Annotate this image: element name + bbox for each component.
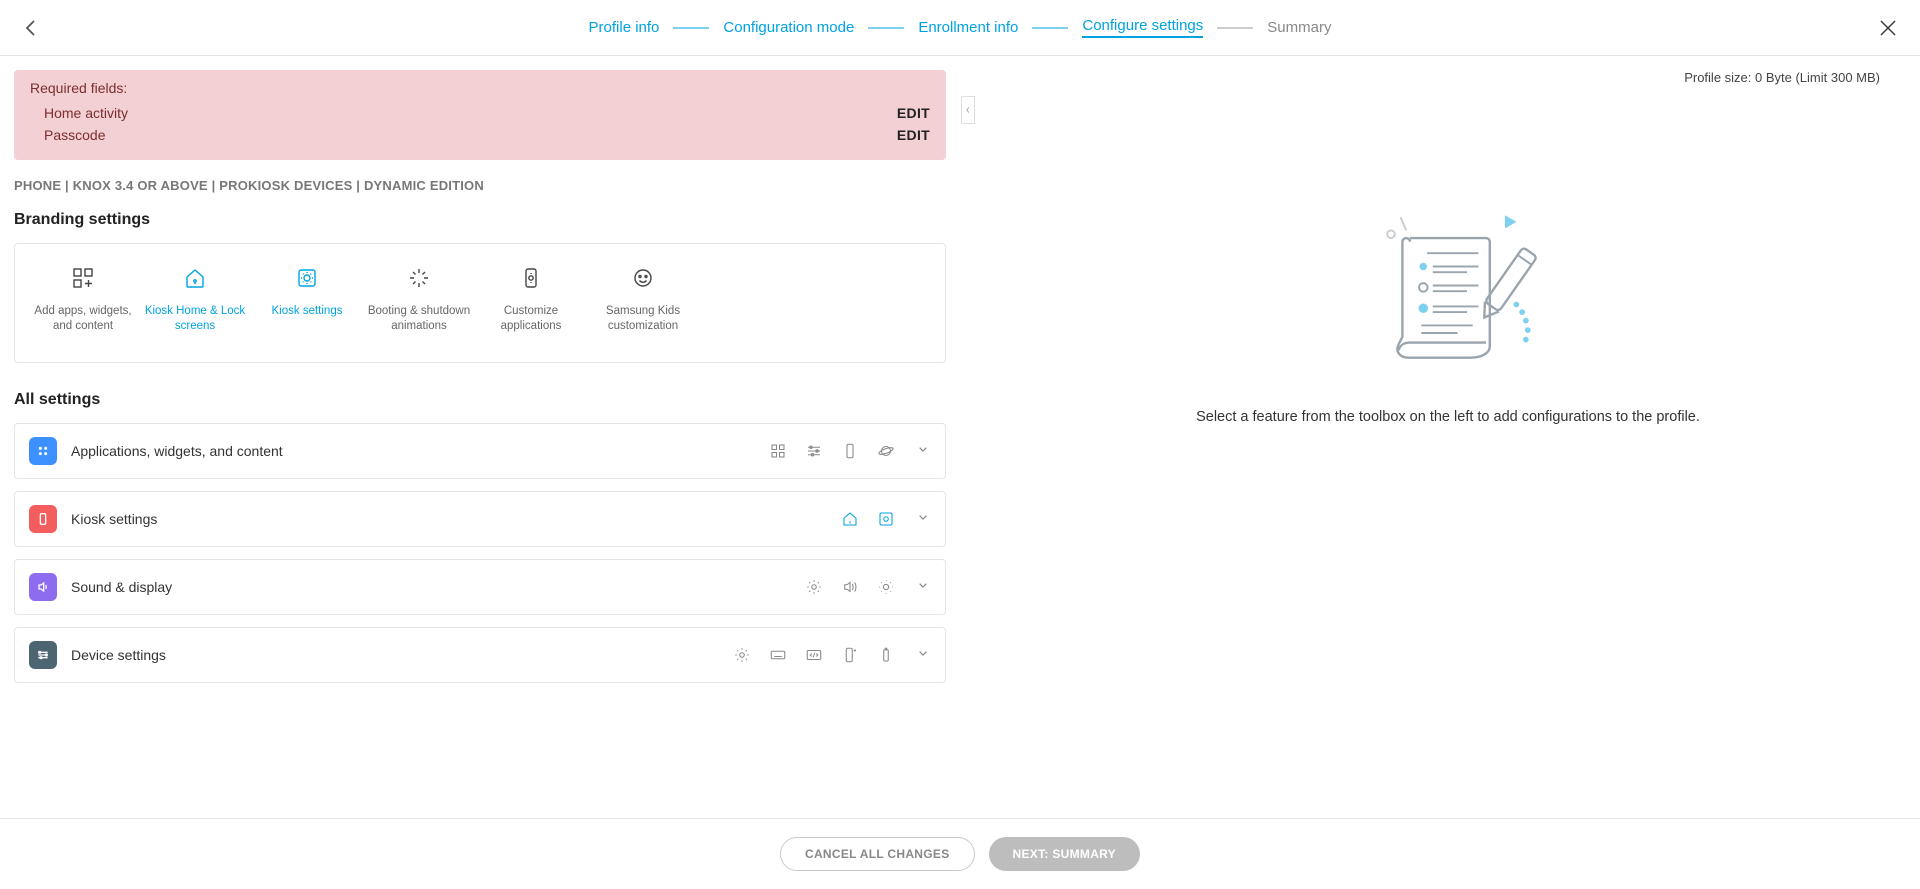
branding-boot-shutdown[interactable]: Booting & shutdown animations: [365, 264, 473, 334]
chevron-down-icon: [915, 509, 931, 530]
volume-icon[interactable]: [841, 578, 859, 596]
edit-home-activity-link[interactable]: EDIT: [897, 102, 930, 124]
settings-row-subicons: [805, 578, 895, 596]
branding-settings-grid: Add apps, widgets, and content Kiosk Hom…: [14, 243, 946, 363]
right-pane: Profile size: 0 Byte (Limit 300 MB): [976, 56, 1920, 818]
step-connector: [673, 27, 709, 29]
brightness-icon[interactable]: [877, 578, 895, 596]
phone-icon[interactable]: [841, 442, 859, 460]
branding-add-apps[interactable]: Add apps, widgets, and content: [29, 264, 137, 334]
chevron-down-icon: [915, 577, 931, 598]
home-icon[interactable]: [841, 510, 859, 528]
apps-badge-icon: [29, 437, 57, 465]
branding-item-label: Customize applications: [477, 304, 585, 334]
apps-grid-icon: [69, 264, 97, 292]
wizard-header: Profile info Configuration mode Enrollme…: [0, 0, 1920, 56]
settings-row-subicons: [841, 510, 895, 528]
close-button[interactable]: [1876, 16, 1900, 40]
context-subheader: PHONE | KNOX 3.4 OR ABOVE | PROKIOSK DEV…: [14, 178, 946, 193]
step-configuration-mode[interactable]: Configuration mode: [723, 19, 854, 36]
collapse-handle[interactable]: [961, 96, 975, 124]
kids-face-icon: [629, 264, 657, 292]
branding-item-label: Kiosk Home & Lock screens: [141, 304, 249, 334]
phone-plus-icon[interactable]: [841, 646, 859, 664]
settings-row-subicons: [733, 646, 895, 664]
keyboard-icon[interactable]: [769, 646, 787, 664]
step-profile-info[interactable]: Profile info: [589, 19, 660, 36]
settings-row-label: Sound & display: [71, 579, 791, 595]
settings-row-apps-widgets[interactable]: Applications, widgets, and content: [14, 423, 946, 479]
settings-row-label: Applications, widgets, and content: [71, 443, 755, 459]
settings-row-device[interactable]: Device settings: [14, 627, 946, 683]
empty-state-message: Select a feature from the toolbox on the…: [1196, 409, 1700, 425]
kiosk-settings-icon: [293, 264, 321, 292]
gear-icon[interactable]: [733, 646, 751, 664]
grid-icon[interactable]: [769, 442, 787, 460]
profile-size-label: Profile size: 0 Byte (Limit 300 MB): [1684, 70, 1880, 85]
customize-phone-icon: [517, 264, 545, 292]
required-fields-title: Required fields:: [30, 80, 930, 96]
branding-item-label: Booting & shutdown animations: [365, 304, 473, 334]
edit-passcode-link[interactable]: EDIT: [897, 124, 930, 146]
device-badge-icon: [29, 641, 57, 669]
back-button[interactable]: [20, 16, 44, 40]
step-connector: [1032, 27, 1068, 29]
branding-item-label: Samsung Kids customization: [589, 304, 697, 334]
step-connector: [1217, 27, 1253, 29]
sparkle-icon: [405, 264, 433, 292]
left-pane: Required fields: Home activity EDIT Pass…: [0, 56, 960, 818]
main-split: Required fields: Home activity EDIT Pass…: [0, 56, 1920, 819]
settings-row-kiosk[interactable]: Kiosk settings: [14, 491, 946, 547]
settings-row-sound-display[interactable]: Sound & display: [14, 559, 946, 615]
wizard-footer: CANCEL ALL CHANGES NEXT: SUMMARY: [0, 819, 1920, 889]
chevron-down-icon: [915, 645, 931, 666]
code-icon[interactable]: [805, 646, 823, 664]
step-configure-settings[interactable]: Configure settings: [1082, 17, 1203, 38]
branding-settings-title: Branding settings: [14, 211, 946, 229]
sliders-icon[interactable]: [805, 442, 823, 460]
required-field-label: Home activity: [44, 102, 128, 124]
home-lock-icon: [181, 264, 209, 292]
step-summary[interactable]: Summary: [1267, 19, 1331, 36]
branding-item-label: Kiosk settings: [253, 304, 361, 319]
all-settings-title: All settings: [14, 391, 946, 409]
settings-row-subicons: [769, 442, 895, 460]
next-summary-button[interactable]: NEXT: SUMMARY: [989, 837, 1140, 871]
stepper: Profile info Configuration mode Enrollme…: [44, 17, 1876, 38]
kiosk-badge-icon: [29, 505, 57, 533]
pane-splitter: [960, 56, 976, 818]
settings-row-label: Device settings: [71, 647, 719, 663]
battery-icon[interactable]: [877, 646, 895, 664]
required-fields-banner: Required fields: Home activity EDIT Pass…: [14, 70, 946, 160]
required-field-label: Passcode: [44, 124, 105, 146]
gear-icon[interactable]: [805, 578, 823, 596]
cancel-all-changes-button[interactable]: CANCEL ALL CHANGES: [780, 837, 975, 871]
branding-item-label: Add apps, widgets, and content: [29, 304, 137, 334]
branding-customize-apps[interactable]: Customize applications: [477, 264, 585, 334]
branding-kiosk-home-lock[interactable]: Kiosk Home & Lock screens: [141, 264, 249, 334]
branding-samsung-kids[interactable]: Samsung Kids customization: [589, 264, 697, 334]
branding-kiosk-settings[interactable]: Kiosk settings: [253, 264, 361, 334]
step-enrollment-info[interactable]: Enrollment info: [918, 19, 1018, 36]
empty-state-illustration: [1353, 205, 1543, 385]
step-connector: [868, 27, 904, 29]
sound-badge-icon: [29, 573, 57, 601]
settings-box-icon[interactable]: [877, 510, 895, 528]
settings-row-label: Kiosk settings: [71, 511, 827, 527]
planet-icon[interactable]: [877, 442, 895, 460]
required-field-row: Passcode EDIT: [30, 124, 930, 146]
chevron-down-icon: [915, 441, 931, 462]
required-field-row: Home activity EDIT: [30, 102, 930, 124]
